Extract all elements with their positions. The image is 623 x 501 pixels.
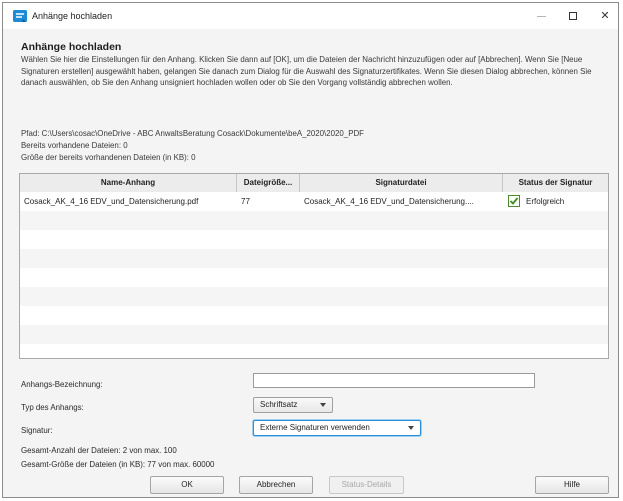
type-select-value: Schriftsatz	[260, 400, 298, 409]
maximize-icon[interactable]	[559, 7, 587, 25]
column-header-name[interactable]: Name-Anhang	[20, 174, 237, 192]
type-select[interactable]: Schriftsatz	[253, 397, 333, 413]
designation-label: Anhangs-Bezeichnung:	[21, 380, 103, 389]
empty-row	[20, 249, 608, 268]
cell-name: Cosack_AK_4_16 EDV_und_Datensicherung.pd…	[24, 197, 199, 206]
existing-size-text: Größe der bereits vorhandenen Dateien (i…	[21, 153, 196, 162]
column-header-size[interactable]: Dateigröße...	[237, 174, 300, 192]
total-size-text: Gesamt-Größe der Dateien (in KB): 77 von…	[21, 460, 215, 469]
empty-row	[20, 230, 608, 249]
type-label: Typ des Anhangs:	[21, 403, 84, 412]
attachments-table[interactable]: Name-Anhang Dateigröße... Signaturdatei …	[19, 173, 609, 359]
cell-signature-file: Cosack_AK_4_16 EDV_und_Datensicherung...…	[304, 197, 474, 206]
minimize-icon[interactable]	[527, 7, 555, 25]
total-count-text: Gesamt-Anzahl der Dateien: 2 von max. 10…	[21, 446, 177, 455]
dialog-heading: Anhänge hochladen	[21, 41, 122, 53]
status-details-button[interactable]: Status-Details	[329, 476, 404, 494]
designation-input[interactable]	[253, 373, 535, 388]
table-row[interactable]: Cosack_AK_4_16 EDV_und_Datensicherung.pd…	[20, 192, 608, 211]
help-button[interactable]: Hilfe	[535, 476, 609, 494]
signature-label: Signatur:	[21, 426, 53, 435]
column-header-status[interactable]: Status der Signatur	[503, 174, 608, 192]
empty-row	[20, 287, 608, 306]
close-icon[interactable]: ✕	[591, 7, 619, 25]
chevron-down-icon	[320, 403, 326, 407]
ok-button[interactable]: OK	[150, 476, 224, 494]
cancel-button[interactable]: Abbrechen	[239, 476, 313, 494]
empty-row	[20, 344, 608, 358]
dialog-description: Wählen Sie hier die Einstellungen für de…	[21, 55, 592, 87]
chevron-down-icon	[408, 426, 414, 430]
app-logo-icon	[13, 10, 27, 22]
checkmark-icon[interactable]	[508, 195, 520, 207]
cell-size: 77	[241, 197, 250, 206]
window-title: Anhänge hochladen	[32, 11, 113, 21]
existing-files-text: Bereits vorhandene Dateien: 0	[21, 141, 128, 150]
empty-row	[20, 268, 608, 287]
column-header-signature-file[interactable]: Signaturdatei	[300, 174, 503, 192]
cell-status: Erfolgreich	[526, 197, 565, 206]
title-bar[interactable]: Anhänge hochladen ✕	[3, 3, 618, 29]
dialog-window: Anhänge hochladen ✕ Anhänge hochladen Wä…	[2, 2, 619, 498]
empty-row	[20, 211, 608, 230]
signature-select-value: Externe Signaturen verwenden	[260, 423, 370, 432]
empty-row	[20, 325, 608, 344]
path-text: Pfad: C:\Users\cosac\OneDrive - ABC Anwa…	[21, 129, 364, 138]
empty-row	[20, 306, 608, 325]
signature-select[interactable]: Externe Signaturen verwenden	[253, 420, 421, 436]
table-header: Name-Anhang Dateigröße... Signaturdatei …	[20, 174, 608, 193]
